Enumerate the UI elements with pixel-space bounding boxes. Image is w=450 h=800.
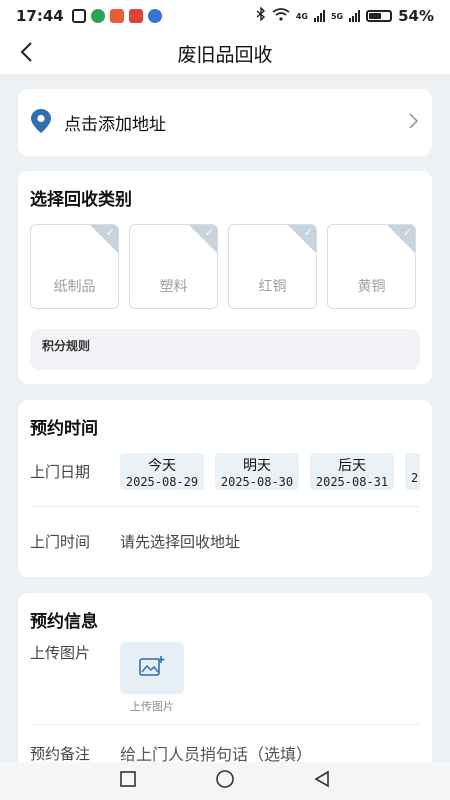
app-notification-icon xyxy=(90,9,105,23)
system-nav-bar xyxy=(0,762,450,800)
date-option[interactable]: 明天 2025-08-30 xyxy=(215,453,299,490)
date-option[interactable]: 今天 2025-08-29 xyxy=(120,453,204,490)
date-day: 今天 xyxy=(148,458,176,474)
category-grid: ✓ 纸制品 ✓ 塑料 ✓ 红铜 ✓ 黄铜 xyxy=(30,224,420,309)
location-pin-icon xyxy=(30,108,52,138)
category-item-plastic[interactable]: ✓ 塑料 xyxy=(129,224,218,309)
divider xyxy=(30,506,420,507)
category-label: 塑料 xyxy=(159,279,188,295)
date-value: 2025-08-30 xyxy=(220,475,294,489)
status-right: 4G 5G 54% xyxy=(256,6,434,25)
divider xyxy=(30,724,420,725)
signal-icon xyxy=(313,10,325,22)
category-item-brass[interactable]: ✓ 黄铜 xyxy=(327,224,416,309)
schedule-section: 预约时间 上门日期 今天 2025-08-29 明天 2025-08-30 后天… xyxy=(18,400,432,577)
category-label: 黄铜 xyxy=(357,279,386,295)
battery-percent: 54% xyxy=(398,7,434,25)
booking-info-section: 预约信息 上传图片 上传图片 预约备注 给上门人员捎句话（选填） xyxy=(18,593,432,773)
date-value: 2 xyxy=(411,471,419,485)
recents-square-icon[interactable] xyxy=(119,770,137,792)
schedule-title: 预约时间 xyxy=(30,419,98,439)
battery-icon xyxy=(366,10,393,22)
check-icon: ✓ xyxy=(105,226,115,239)
date-day: 明天 xyxy=(243,458,271,474)
network-4g-label: 4G xyxy=(295,11,308,21)
check-icon: ✓ xyxy=(303,226,313,239)
home-circle-icon[interactable] xyxy=(215,769,235,793)
category-title: 选择回收类别 xyxy=(30,190,132,210)
upload-label: 上传图片 xyxy=(30,644,91,662)
date-row: 上门日期 今天 2025-08-29 明天 2025-08-30 后天 2025… xyxy=(30,453,420,490)
category-section: 选择回收类别 ✓ 纸制品 ✓ 塑料 ✓ 红铜 ✓ 黄铜 积分规则 xyxy=(18,171,432,384)
battery-fill xyxy=(369,13,381,19)
time-row[interactable]: 上门时间 请先选择回收地址 xyxy=(30,531,420,552)
info-title: 预约信息 xyxy=(30,612,98,632)
upload-row: 上传图片 上传图片 xyxy=(30,642,420,714)
network-5g-label: 5G xyxy=(330,11,344,21)
time-placeholder: 请先选择回收地址 xyxy=(120,533,241,551)
date-day: 后天 xyxy=(338,458,366,474)
points-rules-link[interactable]: 积分规则 xyxy=(30,329,420,370)
app-notification-icon xyxy=(147,9,162,23)
date-value: 2025-08-31 xyxy=(315,475,389,489)
upload-button-label: 上传图片 xyxy=(130,700,174,713)
add-address-label: 点击添加地址 xyxy=(64,115,166,135)
app-notification-icon xyxy=(109,9,124,23)
signal-icon xyxy=(349,10,361,22)
date-picker: 今天 2025-08-29 明天 2025-08-30 后天 2025-08-3… xyxy=(120,453,420,490)
category-label: 纸制品 xyxy=(53,279,96,295)
upload-image-button[interactable] xyxy=(120,642,184,694)
add-address-row[interactable]: 点击添加地址 xyxy=(18,89,432,156)
date-day xyxy=(411,455,420,471)
app-notification-icon xyxy=(128,9,143,23)
check-icon: ✓ xyxy=(402,226,412,239)
time-label: 上门时间 xyxy=(30,533,91,551)
page-title: 废旧品回收 xyxy=(177,43,273,66)
notification-icons xyxy=(71,9,162,23)
back-arrow-icon[interactable] xyxy=(16,40,40,64)
image-add-icon xyxy=(139,655,165,681)
nav-bar: 废旧品回收 xyxy=(0,32,450,74)
bluetooth-icon xyxy=(256,6,266,25)
status-time: 17:44 xyxy=(16,7,64,25)
chevron-right-icon xyxy=(408,112,420,134)
upload-control: 上传图片 xyxy=(120,642,184,714)
date-option[interactable]: 后天 2025-08-31 xyxy=(310,453,394,490)
check-icon: ✓ xyxy=(204,226,214,239)
date-label: 上门日期 xyxy=(30,463,91,481)
note-label: 预约备注 xyxy=(30,744,91,763)
date-value: 2025-08-29 xyxy=(125,475,199,489)
date-option[interactable]: 2 xyxy=(405,453,420,490)
status-bar: 17:44 4G 5G 54% xyxy=(0,0,450,32)
wifi-icon xyxy=(272,7,290,25)
category-item-copper[interactable]: ✓ 红铜 xyxy=(228,224,317,309)
back-triangle-icon[interactable] xyxy=(313,770,331,792)
category-item-paper[interactable]: ✓ 纸制品 xyxy=(30,224,119,309)
app-notification-icon xyxy=(71,9,86,23)
category-label: 红铜 xyxy=(258,279,287,295)
